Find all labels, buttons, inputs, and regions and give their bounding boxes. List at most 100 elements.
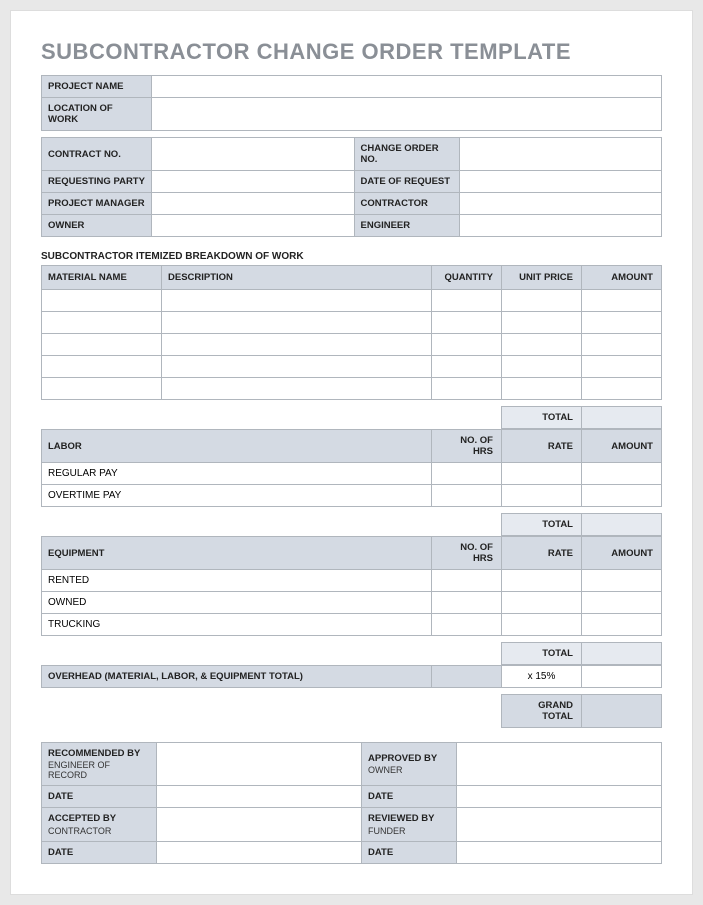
amount-cell[interactable]: [582, 592, 662, 614]
change-order-no-label: CHANGE ORDER NO.: [354, 138, 459, 171]
amount-cell[interactable]: [582, 614, 662, 636]
hrs-cell[interactable]: [432, 463, 502, 485]
unit-price-cell[interactable]: [502, 290, 582, 312]
engineer-label: ENGINEER: [354, 215, 459, 237]
no-of-hrs-header: NO. OF HRS: [432, 430, 502, 463]
owner-field[interactable]: [152, 215, 355, 237]
table-row: [42, 356, 662, 378]
location-of-work-field[interactable]: [152, 98, 662, 131]
overhead-pct: x 15%: [502, 666, 582, 688]
date-field-3[interactable]: [157, 841, 362, 863]
quantity-header: QUANTITY: [432, 266, 502, 290]
grand-total-value: [582, 695, 662, 728]
amount-cell[interactable]: [582, 290, 662, 312]
accepted-by-field[interactable]: [157, 808, 362, 841]
amount-cell[interactable]: [582, 356, 662, 378]
reviewed-by-field[interactable]: [457, 808, 662, 841]
amount-cell[interactable]: [582, 485, 662, 507]
labor-total-label: TOTAL: [502, 514, 582, 536]
quantity-cell[interactable]: [432, 356, 502, 378]
date-of-request-field[interactable]: [459, 171, 662, 193]
material-name-cell[interactable]: [42, 290, 162, 312]
date-label-4: DATE: [362, 841, 457, 863]
recommended-by-field[interactable]: [157, 743, 362, 786]
unit-price-header: UNIT PRICE: [502, 266, 582, 290]
table-row: TRUCKING: [42, 614, 662, 636]
table-row: [42, 312, 662, 334]
no-of-hrs-header: NO. OF HRS: [432, 537, 502, 570]
date-field-1[interactable]: [157, 786, 362, 808]
table-row: [42, 378, 662, 400]
table-row: OWNED: [42, 592, 662, 614]
recommended-by-label: RECOMMENDED BY ENGINEER OF RECORD: [42, 743, 157, 786]
project-info-table-1: PROJECT NAME LOCATION OF WORK: [41, 75, 662, 131]
labor-total-value: [582, 514, 662, 536]
labor-table: LABOR NO. OF HRS RATE AMOUNT REGULAR PAY…: [41, 429, 662, 507]
unit-price-cell[interactable]: [502, 312, 582, 334]
approved-by-field[interactable]: [457, 743, 662, 786]
amount-cell[interactable]: [582, 334, 662, 356]
hrs-cell[interactable]: [432, 592, 502, 614]
amount-header: AMOUNT: [582, 266, 662, 290]
material-name-cell[interactable]: [42, 378, 162, 400]
table-row: OVERTIME PAY: [42, 485, 662, 507]
project-info-table-2: CONTRACT NO. CHANGE ORDER NO. REQUESTING…: [41, 137, 662, 237]
date-field-4[interactable]: [457, 841, 662, 863]
table-row: [42, 334, 662, 356]
equipment-table: EQUIPMENT NO. OF HRS RATE AMOUNT RENTED …: [41, 536, 662, 636]
contractor-field[interactable]: [459, 193, 662, 215]
unit-price-cell[interactable]: [502, 378, 582, 400]
equipment-total-row: TOTAL: [41, 642, 662, 665]
amount-cell[interactable]: [582, 312, 662, 334]
hrs-cell[interactable]: [432, 485, 502, 507]
rate-cell[interactable]: [502, 614, 582, 636]
unit-price-cell[interactable]: [502, 334, 582, 356]
reviewed-by-label: REVIEWED BY FUNDER: [362, 808, 457, 841]
date-label-2: DATE: [362, 786, 457, 808]
amount-cell[interactable]: [582, 463, 662, 485]
description-cell[interactable]: [162, 378, 432, 400]
description-cell[interactable]: [162, 290, 432, 312]
date-label-3: DATE: [42, 841, 157, 863]
equipment-total-label: TOTAL: [502, 643, 582, 665]
rate-cell[interactable]: [502, 463, 582, 485]
date-field-2[interactable]: [457, 786, 662, 808]
overhead-value[interactable]: [582, 666, 662, 688]
rate-cell[interactable]: [502, 485, 582, 507]
quantity-cell[interactable]: [432, 378, 502, 400]
quantity-cell[interactable]: [432, 312, 502, 334]
material-name-cell[interactable]: [42, 334, 162, 356]
date-of-request-label: DATE OF REQUEST: [354, 171, 459, 193]
description-cell[interactable]: [162, 356, 432, 378]
unit-price-cell[interactable]: [502, 356, 582, 378]
project-name-label: PROJECT NAME: [42, 76, 152, 98]
overhead-label: OVERHEAD (MATERIAL, LABOR, & EQUIPMENT T…: [42, 666, 432, 688]
description-header: DESCRIPTION: [162, 266, 432, 290]
rate-cell[interactable]: [502, 592, 582, 614]
breakdown-section-label: SUBCONTRACTOR ITEMIZED BREAKDOWN OF WORK: [41, 251, 662, 262]
quantity-cell[interactable]: [432, 334, 502, 356]
project-manager-label: PROJECT MANAGER: [42, 193, 152, 215]
material-total-row: TOTAL: [41, 406, 662, 429]
amount-cell[interactable]: [582, 570, 662, 592]
hrs-cell[interactable]: [432, 570, 502, 592]
quantity-cell[interactable]: [432, 290, 502, 312]
material-name-header: MATERIAL NAME: [42, 266, 162, 290]
engineer-field[interactable]: [459, 215, 662, 237]
description-cell[interactable]: [162, 334, 432, 356]
labor-name-cell: OVERTIME PAY: [42, 485, 432, 507]
description-cell[interactable]: [162, 312, 432, 334]
material-name-cell[interactable]: [42, 312, 162, 334]
amount-header: AMOUNT: [582, 537, 662, 570]
grand-total-row: GRAND TOTAL: [41, 694, 662, 728]
hrs-cell[interactable]: [432, 614, 502, 636]
rate-cell[interactable]: [502, 570, 582, 592]
material-name-cell[interactable]: [42, 356, 162, 378]
contract-no-field[interactable]: [152, 138, 355, 171]
project-name-field[interactable]: [152, 76, 662, 98]
date-label-1: DATE: [42, 786, 157, 808]
project-manager-field[interactable]: [152, 193, 355, 215]
change-order-no-field[interactable]: [459, 138, 662, 171]
requesting-party-field[interactable]: [152, 171, 355, 193]
amount-cell[interactable]: [582, 378, 662, 400]
